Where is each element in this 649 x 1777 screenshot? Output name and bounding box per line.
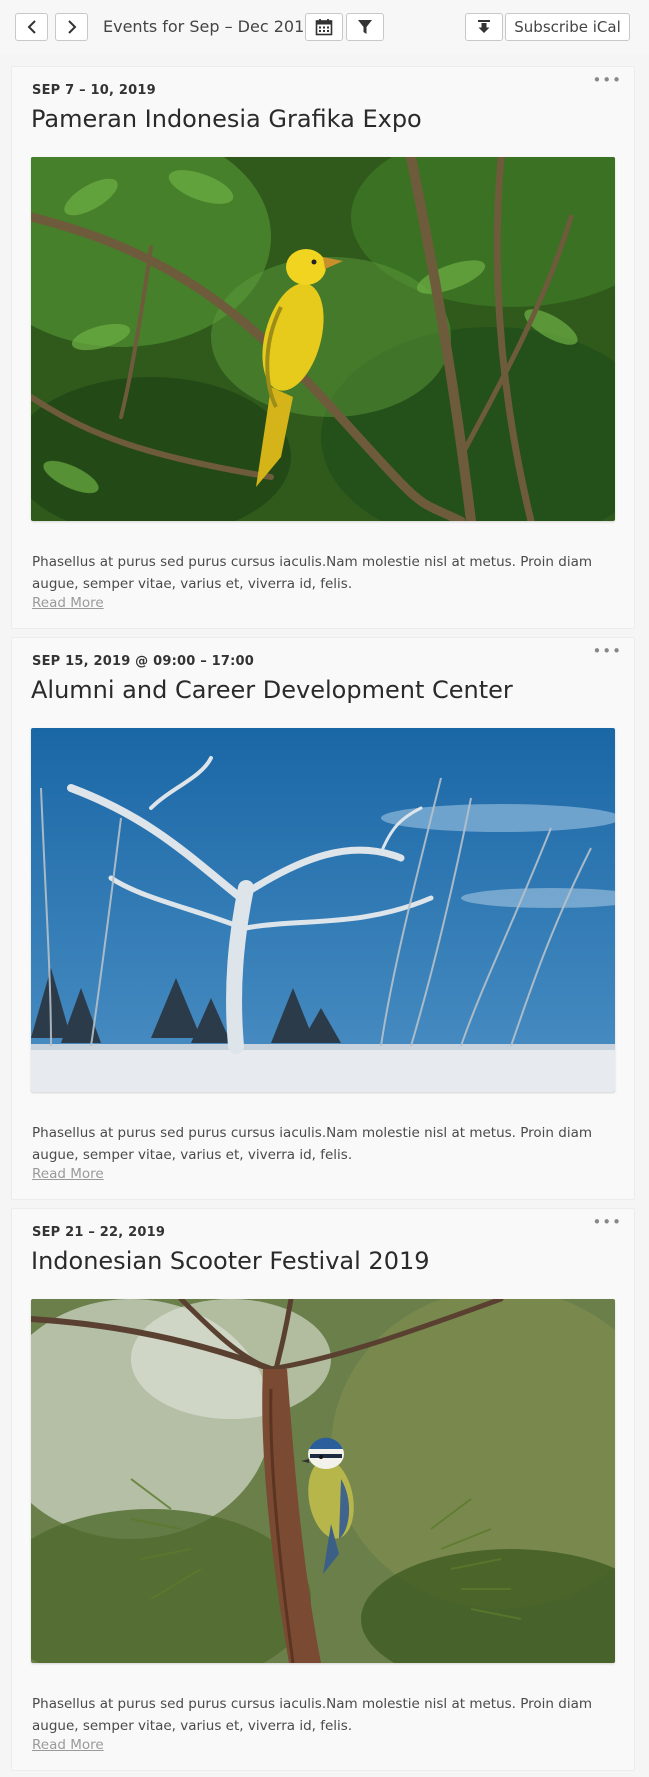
event-menu-icon[interactable]: ••• [592,642,622,660]
event-description: Phasellus at purus sed purus cursus iacu… [32,554,593,592]
event-menu-icon[interactable]: ••• [592,1213,622,1231]
calendar-icon [315,19,333,36]
event-date: SEP 7 – 10, 2019 [32,83,156,98]
chevron-left-icon [27,20,36,34]
events-toolbar: Events for Sep – Dec 2019 Subscribe iCal [0,0,649,54]
yellow-bird-photo [31,157,615,521]
event-card: ••• SEP 15, 2019 @ 09:00 – 17:00 Alumni … [11,637,635,1200]
event-date: SEP 15, 2019 @ 09:00 – 17:00 [32,654,254,669]
event-title[interactable]: Alumni and Career Development Center [31,676,513,704]
filter-icon [358,20,372,34]
read-more-link[interactable]: Read More [32,595,104,611]
download-icon [478,20,490,33]
chevron-right-icon [67,20,76,34]
event-description: Phasellus at purus sed purus cursus iacu… [32,1125,593,1163]
event-menu-icon[interactable]: ••• [592,71,622,89]
download-button[interactable] [465,13,503,41]
calendar-button[interactable] [305,13,343,41]
frozen-tree-photo [31,728,615,1092]
event-date: SEP 21 – 22, 2019 [32,1225,166,1240]
event-card: ••• SEP 7 – 10, 2019 Pameran Indonesia G… [11,66,635,629]
event-image-blue-tit[interactable] [31,1299,615,1663]
event-title[interactable]: Pameran Indonesia Grafika Expo [31,105,422,133]
event-image-yellow-bird[interactable] [31,157,615,521]
read-more-link[interactable]: Read More [32,1166,104,1182]
next-button[interactable] [55,13,88,41]
date-range-title[interactable]: Events for Sep – Dec 2019 [103,13,314,41]
event-image-frozen-tree[interactable] [31,728,615,1092]
blue-tit-photo [31,1299,615,1663]
subscribe-ical-button[interactable]: Subscribe iCal [505,13,630,41]
read-more-link[interactable]: Read More [32,1737,104,1753]
event-card: ••• SEP 21 – 22, 2019 Indonesian Scooter… [11,1208,635,1771]
previous-button[interactable] [15,13,48,41]
event-title[interactable]: Indonesian Scooter Festival 2019 [31,1247,430,1275]
filter-button[interactable] [346,13,384,41]
event-description: Phasellus at purus sed purus cursus iacu… [32,1696,593,1734]
